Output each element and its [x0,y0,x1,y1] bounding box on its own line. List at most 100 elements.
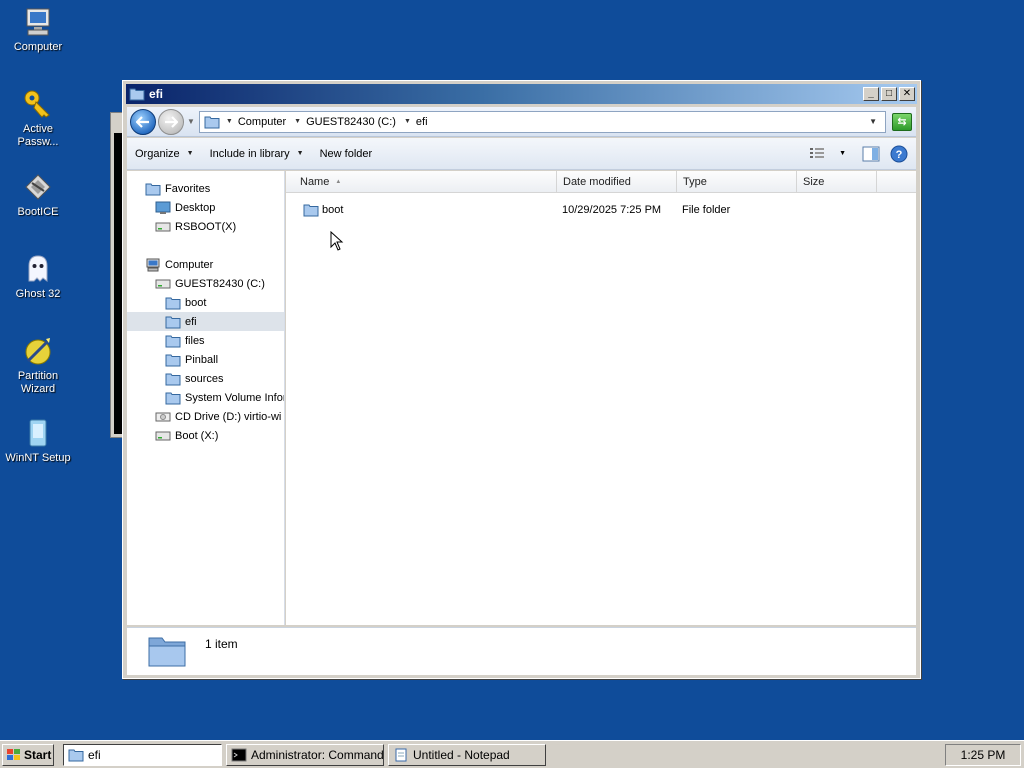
column-header-row: Name ▲ Date modified Type Size [286,171,916,193]
desktop-icon-label: WinNT Setup [5,452,71,464]
sort-ascending-icon: ▲ [335,178,342,185]
folder-icon [204,116,220,128]
folder-icon [165,335,181,347]
drive-icon [155,222,171,231]
desktop-icon-winnt-setup[interactable]: WinNT Setup [3,417,73,465]
nav-item-efi[interactable]: efi [127,312,284,331]
new-folder-label: New folder [319,147,373,160]
chevron-down-icon: ▼ [186,150,194,157]
help-icon: ? [890,145,908,162]
desktop-icon-partition-wizard[interactable]: Partition Wizard [3,335,73,396]
recent-pages-chevron-icon[interactable]: ▼ [187,117,195,126]
nav-item-favorites[interactable]: Favorites [145,179,210,198]
explorer-window[interactable]: efi _ □ ✕ ▼ ▼ Computer ▼ GUEST82430 (C:)… [122,80,921,679]
close-button[interactable]: ✕ [899,87,915,101]
folder-icon [165,297,181,309]
breadcrumb-chevron-icon[interactable]: ▼ [404,118,411,125]
taskbar-item-notepad[interactable]: Untitled - Notepad [388,744,546,766]
nav-item-rsboot[interactable]: RSBOOT(X) [155,217,236,236]
computer-icon [146,258,160,271]
minimize-button[interactable]: _ [863,87,879,101]
folder-icon [68,749,84,762]
taskbar-item-efi[interactable]: efi [63,744,222,766]
taskbar-item-command-prompt[interactable]: Administrator: Command... [226,744,384,766]
back-button[interactable] [130,108,156,135]
view-options-button[interactable]: ▼ [839,150,846,157]
preview-pane-button[interactable] [862,146,880,162]
chevron-down-icon: ▼ [839,150,846,157]
folder-icon [165,373,181,385]
taskbar-item-label: Administrator: Command... [251,748,384,762]
chevron-down-icon: ▼ [296,150,304,157]
breadcrumb-computer[interactable]: ▼ Computer [226,116,286,128]
nav-item-sources[interactable]: sources [165,369,224,388]
nav-item-boot-x[interactable]: Boot (X:) [155,426,218,445]
forward-button[interactable] [158,108,184,135]
breadcrumb-drive[interactable]: ▼ GUEST82430 (C:) [294,116,396,128]
nav-item-label: Boot (X:) [175,429,219,442]
nav-item-label: Pinball [185,353,219,366]
column-header-date-modified[interactable]: Date modified [557,171,677,192]
include-in-library-button[interactable]: Include in library ▼ [202,138,312,169]
desktop-icon-bootice[interactable]: BootICE [3,171,73,219]
system-tray[interactable]: 1:25 PM [945,744,1021,766]
navigation-pane[interactable]: Favorites Desktop RSBOOT(X) Computer GUE… [127,171,285,625]
maximize-button[interactable]: □ [881,87,897,101]
drive-icon [155,279,171,288]
forward-arrow-icon [165,115,178,128]
desktop-icon-label: Ghost 32 [15,288,61,300]
desktop-icon-ghost[interactable]: Ghost 32 [3,253,73,301]
column-header-label: Size [803,175,825,188]
nav-item-pinball[interactable]: Pinball [165,350,218,369]
desktop-icon [155,201,171,214]
mouse-cursor-icon [330,231,344,251]
command-bar: Organize ▼ Include in library ▼ New fold… [127,138,916,170]
taskbar-item-label: Untitled - Notepad [413,748,510,762]
nav-item-label: Computer [165,258,214,271]
clock: 1:25 PM [960,748,1006,762]
nav-item-label: boot [185,296,207,309]
desktop-icon-label: Computer [13,41,63,53]
address-history-chevron-icon[interactable]: ▼ [869,117,877,126]
ghost-icon [28,255,48,282]
nav-item-boot[interactable]: boot [165,293,206,312]
column-header-type[interactable]: Type [677,171,797,192]
nav-item-label: RSBOOT(X) [175,220,237,233]
bootice-icon [25,174,51,200]
folder-icon [165,354,181,366]
breadcrumb-efi[interactable]: ▼ efi [404,116,428,128]
item-count: 1 item [205,637,238,651]
desktop-icon-active-password[interactable]: Active Passw... [3,88,73,149]
nav-item-computer[interactable]: Computer [145,255,213,274]
table-row[interactable]: boot 10/29/2025 7:25 PM File folder [286,200,916,220]
nav-item-guest-drive[interactable]: GUEST82430 (C:) [155,274,265,293]
partition-wizard-icon [25,338,51,365]
nav-item-desktop[interactable]: Desktop [155,198,215,217]
preview-pane-icon [862,146,880,161]
folder-large-icon [148,637,186,667]
nav-item-system-volume-info[interactable]: System Volume Infor [165,388,284,407]
help-button[interactable]: ? [890,145,908,163]
folder-icon [303,203,319,220]
file-list-pane[interactable]: Name ▲ Date modified Type Size boot 10/2… [286,171,916,625]
breadcrumb-chevron-icon[interactable]: ▼ [294,118,301,125]
desktop-icon-computer[interactable]: Computer [3,6,73,54]
nav-item-files[interactable]: files [165,331,205,350]
refresh-button[interactable]: ⇆ [892,112,912,131]
new-folder-button[interactable]: New folder [312,138,381,169]
nav-item-cd-drive[interactable]: CD Drive (D:) virtio-wi [155,407,281,426]
column-header-label: Date modified [563,175,631,188]
column-header-name[interactable]: Name ▲ [286,171,557,192]
start-button[interactable]: Start [2,744,54,766]
desktop-icon-label: Active Passw... [17,123,59,148]
folder-icon [165,316,181,328]
organize-button[interactable]: Organize ▼ [127,138,202,169]
title-bar[interactable]: efi _ □ ✕ [126,84,917,104]
folder-icon [165,392,181,404]
breadcrumb[interactable]: ▼ Computer ▼ GUEST82430 (C:) ▼ efi ▼ [198,110,886,133]
breadcrumb-chevron-icon[interactable]: ▼ [226,118,233,125]
file-name: boot [322,204,344,216]
column-header-size[interactable]: Size [797,171,877,192]
change-view-button[interactable] [809,147,825,161]
breadcrumb-label: GUEST82430 (C:) [306,115,396,128]
